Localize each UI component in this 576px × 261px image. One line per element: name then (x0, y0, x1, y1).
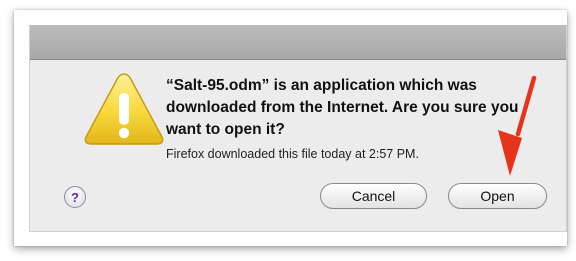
cancel-button[interactable]: Cancel (320, 183, 427, 209)
dialog-titlebar (30, 25, 566, 60)
open-button[interactable]: Open (448, 183, 547, 209)
open-button-label: Open (480, 188, 515, 204)
warning-triangle-icon (82, 71, 166, 147)
help-button[interactable]: ? (64, 186, 86, 208)
red-arrow-annotation (498, 75, 537, 176)
help-icon: ? (71, 189, 79, 205)
download-info-text: Firefox downloaded this file today at 2:… (166, 147, 419, 161)
screenshot-stage: “Salt-95.odm” is an application which wa… (0, 0, 576, 261)
cancel-button-label: Cancel (351, 188, 396, 204)
